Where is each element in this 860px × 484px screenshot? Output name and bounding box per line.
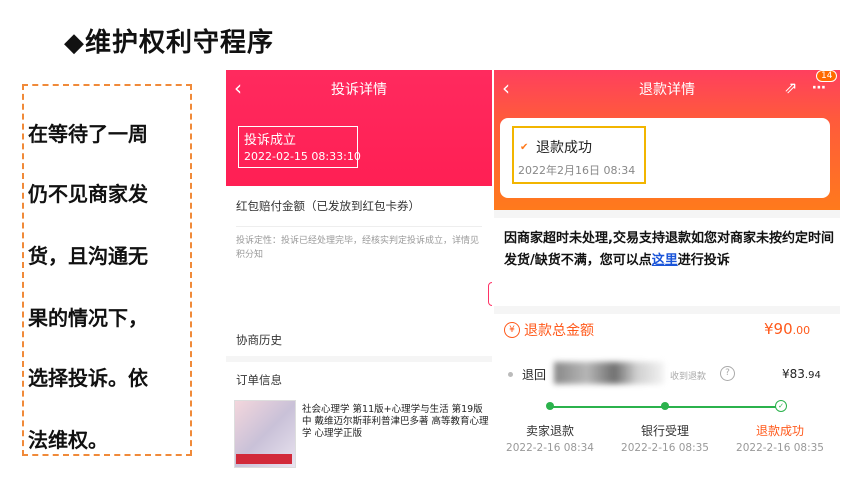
step-seller-refund: 卖家退款 xyxy=(525,424,574,438)
refund-total-label: 退款总金额 xyxy=(524,323,594,339)
product-title[interactable]: 社会心理学 第11版+心理学与生活 第19版 中 戴维迈尔斯菲利普津巴多著 高等… xyxy=(302,404,492,440)
note-line-6: 法维权。 xyxy=(28,428,108,452)
note-line-3: 货，且沟通无 xyxy=(28,244,148,268)
yen-icon: ¥ xyxy=(504,322,520,338)
slide-title: ◆维护权利守程序 xyxy=(64,28,274,58)
progress-node-2 xyxy=(661,402,669,410)
complaint-status-date: 2022-02-15 08:33:10 xyxy=(244,150,361,163)
refund-detail-screen: ‹ 退款详情 ⇗ ⋯ 14 ✔ 退款成功 2022年2月16日 08:34 因商… xyxy=(494,70,840,470)
page-title: 投诉详情 xyxy=(331,82,387,98)
progress-complete-icon: ✓ xyxy=(775,400,787,412)
return-amount: ¥83.94 xyxy=(782,367,821,381)
blurred-account xyxy=(554,362,664,384)
complaint-link[interactable]: 这里 xyxy=(652,253,678,268)
order-info-label: 订单信息 xyxy=(236,373,282,387)
compensation-label: 红包赔付金额（已发放到红包卡券） xyxy=(236,199,420,213)
check-icon: ✔ xyxy=(520,142,529,153)
refund-message: 因商家超时未处理,交易支持退款如您对商家未按约定时间发货/缺货不满，您可以点这里… xyxy=(504,228,834,272)
notification-badge: 14 xyxy=(816,70,838,82)
refund-total-cents: .00 xyxy=(792,324,811,337)
return-to-label: 退回 xyxy=(522,368,547,382)
refund-total-amount: ¥90 xyxy=(764,320,793,338)
product-thumbnail-banner xyxy=(236,454,292,464)
note-line-4: 果的情况下， xyxy=(28,306,148,330)
return-amount-value: ¥83 xyxy=(782,367,805,381)
complaint-status: 投诉成立 xyxy=(244,133,297,148)
share-icon[interactable]: ⇗ xyxy=(784,78,797,97)
step-date-1: 2022-2-16 08:34 xyxy=(506,442,594,454)
action-button[interactable] xyxy=(488,282,492,306)
progress-node-1 xyxy=(546,402,554,410)
note-line-1: 在等待了一周 xyxy=(28,122,148,146)
step-refund-success: 退款成功 xyxy=(755,424,804,438)
section-gap xyxy=(494,306,840,314)
step-bank-accepted: 银行受理 xyxy=(640,424,689,438)
received-refund-label: 收到退款 xyxy=(670,372,707,382)
refund-status: 退款成功 xyxy=(536,140,592,156)
help-icon[interactable]: ? xyxy=(720,366,735,381)
more-icon[interactable]: ⋯ xyxy=(812,80,826,96)
refund-status-date: 2022年2月16日 08:34 xyxy=(518,164,636,177)
negotiation-history-link[interactable]: 协商历史 xyxy=(236,332,282,348)
note-line-5: 选择投诉。依 xyxy=(28,366,148,390)
note-line-2: 仍不见商家发 xyxy=(28,182,148,206)
divider xyxy=(236,226,482,227)
step-date-3: 2022-2-16 08:35 xyxy=(736,442,824,454)
return-amount-cents: .94 xyxy=(804,370,821,381)
section-gap xyxy=(494,210,840,218)
refund-total-value: ¥90.00 xyxy=(764,320,810,338)
complaint-note: 投诉定性：投诉已经处理完毕，经核实判定投诉成立，详情见积分知 xyxy=(236,236,480,260)
step-date-2: 2022-2-16 08:35 xyxy=(621,442,709,454)
complaint-detail-screen: ‹ 投诉详情 投诉成立 2022-02-15 08:33:10 红包赔付金额（已… xyxy=(226,70,492,470)
bullet-dot xyxy=(508,372,513,377)
refund-message-tail: 进行投诉 xyxy=(677,253,730,268)
